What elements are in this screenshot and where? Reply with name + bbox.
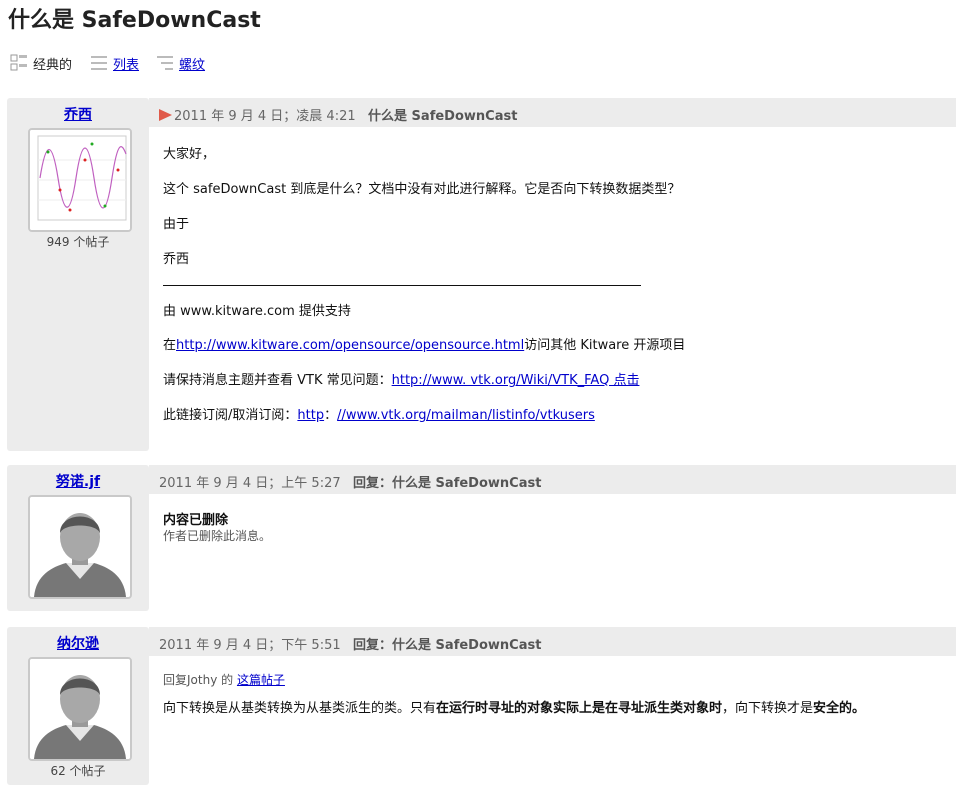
author-link[interactable]: 纳尔逊 (57, 636, 99, 652)
post-header: 2011 年 9 月 4 日；上午 5:27 回复：什么是 SafeDownCa… (149, 465, 956, 494)
avatar[interactable] (28, 128, 132, 232)
page-title: 什么是 SafeDownCast (8, 8, 261, 33)
post: 乔西 949 个帖子 2011 年 9 月 4 日；凌晨 4:21 什么是 Sa… (7, 98, 956, 451)
post: 纳尔逊 62 个帖子 2011 年 9 月 4 日；下午 5:51 回复：什么是… (7, 627, 956, 785)
chart-avatar-image (30, 130, 130, 230)
post-text: 大家好， (163, 147, 216, 162)
view-classic[interactable]: 经典的 (10, 52, 72, 74)
post-body: 回复Jothy 的 这篇帖子 向下转换是从基类转换为从基类派生的类。只有在运行时… (163, 671, 946, 721)
view-threaded-link[interactable]: 螺纹 (179, 54, 205, 73)
faq-link[interactable]: http://www. vtk.org/Wiki/VTK_FAQ 点击 (392, 373, 640, 388)
subscribe-link-scheme[interactable]: http (297, 408, 324, 423)
author-link[interactable]: 乔西 (64, 107, 92, 123)
default-avatar-icon (30, 659, 130, 759)
new-post-arrow-icon (159, 109, 172, 121)
post-date: 2011 年 9 月 4 日；下午 5:51 (159, 638, 341, 653)
post-body: 大家好， 这个 safeDownCast 到底是什么？文档中没有对此进行解释。它… (163, 143, 946, 443)
avatar[interactable] (28, 657, 132, 761)
post-date: 2011 年 9 月 4 日；上午 5:27 (159, 476, 341, 491)
post-subject[interactable]: 什么是 SafeDownCast (368, 109, 517, 124)
view-list-link[interactable]: 列表 (113, 54, 139, 73)
post-text: 由于 (163, 217, 190, 232)
reply-context: 回复Jothy 的 这篇帖子 (163, 673, 285, 687)
post-text: 请保持消息主题并查看 VTK 常见问题：http://www. vtk.org/… (163, 373, 640, 388)
list-view-icon (91, 56, 107, 70)
reply-post-link[interactable]: 这篇帖子 (237, 673, 285, 687)
post-text: 此链接订阅/取消订阅：http：//www.vtk.org/mailman/li… (163, 408, 595, 423)
threaded-view-icon (157, 56, 173, 70)
kitware-link[interactable]: http://www.kitware.com/opensource/openso… (176, 338, 524, 353)
post-date: 2011 年 9 月 4 日；凌晨 4:21 (174, 109, 356, 124)
post-text: 向下转换是从基类转换为从基类派生的类。只有在运行时寻址的对象实际上是在寻址派生类… (163, 701, 866, 716)
post-author-panel: 纳尔逊 62 个帖子 (7, 627, 149, 785)
post-header: 2011 年 9 月 4 日；凌晨 4:21 什么是 SafeDownCast (149, 98, 956, 127)
post-body: 内容已删除 作者已删除此消息。 (163, 509, 946, 549)
signature-divider (163, 285, 641, 286)
post-subject[interactable]: 回复：什么是 SafeDownCast (353, 476, 541, 491)
post: 努诺.jf 2011 年 9 月 4 日；上午 5:27 回复：什么是 Safe… (7, 465, 956, 611)
post-author-panel: 努诺.jf (7, 465, 149, 611)
avatar[interactable] (28, 495, 132, 599)
post-text: 在http://www.kitware.com/opensource/opens… (163, 338, 686, 353)
post-subject[interactable]: 回复：什么是 SafeDownCast (353, 638, 541, 653)
post-author-panel: 乔西 949 个帖子 (7, 98, 149, 451)
view-classic-label: 经典的 (33, 57, 73, 73)
classic-view-icon (10, 54, 27, 71)
post-text: 由 www.kitware.com 提供支持 (163, 304, 351, 319)
view-list[interactable]: 列表 (90, 52, 139, 74)
post-header: 2011 年 9 月 4 日；下午 5:51 回复：什么是 SafeDownCa… (149, 627, 956, 656)
view-threaded[interactable]: 螺纹 (156, 52, 205, 74)
deleted-title: 内容已删除 (163, 513, 229, 528)
post-count: 62 个帖子 (50, 764, 106, 778)
post-count: 949 个帖子 (46, 235, 110, 249)
default-avatar-icon (30, 497, 130, 597)
author-link[interactable]: 努诺.jf (56, 474, 100, 490)
post-text: 乔西 (163, 252, 190, 267)
deleted-note: 作者已删除此消息。 (163, 529, 272, 543)
post-text: 这个 safeDownCast 到底是什么？文档中没有对此进行解释。它是否向下转… (163, 182, 681, 197)
subscribe-link[interactable]: //www.vtk.org/mailman/listinfo/vtkusers (337, 408, 595, 423)
